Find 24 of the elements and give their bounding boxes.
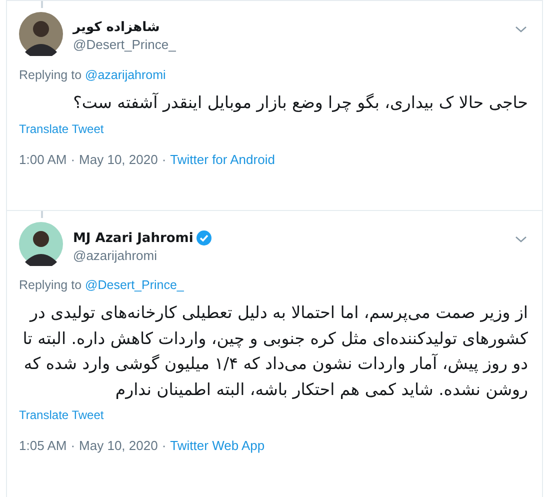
user-handle[interactable]: @Desert_Prince_ — [73, 37, 504, 52]
tweet-time: 1:00 AM — [19, 152, 67, 166]
translate-link[interactable]: Translate Tweet — [19, 408, 104, 422]
mention-link[interactable]: @azarijahromi — [85, 68, 166, 82]
user-handle[interactable]: @azarijahromi — [73, 248, 504, 263]
replying-label: Replying to — [19, 68, 82, 82]
tweet-time: 1:05 AM — [19, 438, 67, 453]
source-link[interactable]: Twitter Web App — [170, 438, 265, 453]
avatar[interactable] — [19, 12, 63, 56]
tweet-date: May 10, 2020 — [79, 438, 158, 453]
separator-dot: · — [162, 152, 166, 166]
avatar[interactable] — [19, 222, 63, 266]
separator-dot: · — [70, 152, 76, 166]
replying-label: Replying to — [19, 278, 82, 292]
tweet-text: از وزیر صمت می‌پرسم، اما احتمالا به دلیل تعطیلی کارخانه‌های تولیدی در کشورهای تولیدکننده‌ای مثل کره جنوبی و چین، واردات کاهش داره. البته تا دو روز پیش، آمار واردات نشون می‌داد که ۱/۴ میلیون گوشی وارد شده که روشن نشده. شاید کمی هم احتکار باشه، البته اطمینان ندارم — [22, 302, 528, 401]
tweet-date: May 10, 2020 — [79, 152, 158, 166]
display-name[interactable]: MJ Azari Jahromi — [73, 230, 194, 246]
tweet-text: حاجی حالا ک بیداری، بگو چرا وضع بازار موبایل اینقدر آشفته ست؟ — [72, 92, 528, 114]
separator-dot: · — [162, 438, 166, 453]
source-link[interactable]: Twitter for Android — [170, 152, 275, 166]
mention-link[interactable]: @Desert_Prince_ — [85, 278, 184, 292]
separator-dot: · — [70, 438, 76, 453]
translate-link[interactable]: Translate Tweet — [19, 122, 104, 136]
display-name[interactable]: شاهزاده کویر — [73, 20, 160, 35]
